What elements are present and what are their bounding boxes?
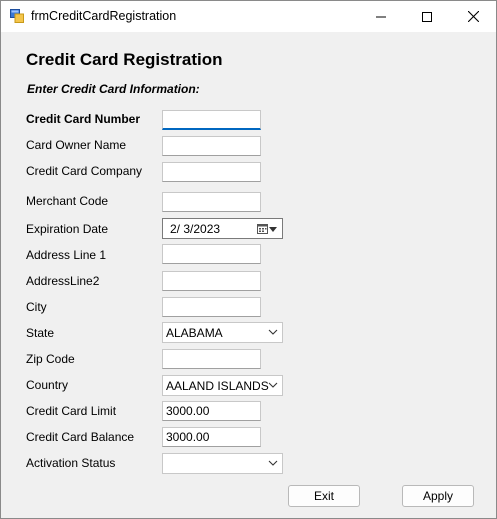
card-limit-input[interactable]: 3000.00 bbox=[162, 401, 261, 421]
app-form-icon bbox=[10, 9, 24, 23]
merchant-code-input[interactable] bbox=[162, 192, 261, 212]
section-subtitle: Enter Credit Card Information: bbox=[27, 82, 200, 96]
close-button[interactable] bbox=[450, 1, 496, 32]
chevron-down-icon bbox=[268, 382, 278, 388]
form-client-area: Credit Card Registration Enter Credit Ca… bbox=[1, 32, 496, 518]
card-balance-label: Credit Card Balance bbox=[26, 430, 135, 444]
card-number-label: Credit Card Number bbox=[26, 112, 141, 126]
address2-label: AddressLine2 bbox=[26, 274, 100, 288]
country-label: Country bbox=[26, 378, 69, 392]
minimize-icon bbox=[376, 16, 386, 17]
state-select[interactable]: ALABAMA bbox=[162, 322, 283, 343]
card-balance-input[interactable]: 3000.00 bbox=[162, 427, 261, 447]
minimize-button[interactable] bbox=[358, 1, 404, 32]
address2-input[interactable] bbox=[162, 271, 261, 291]
expiration-date-label: Expiration Date bbox=[26, 222, 109, 236]
zip-code-input[interactable] bbox=[162, 349, 261, 369]
card-company-label: Credit Card Company bbox=[26, 164, 143, 178]
card-company-input[interactable] bbox=[162, 162, 261, 182]
expiration-date-value: 2/ 3/2023 bbox=[170, 222, 221, 236]
owner-name-label: Card Owner Name bbox=[26, 138, 127, 152]
merchant-code-label: Merchant Code bbox=[26, 194, 109, 208]
chevron-down-icon bbox=[268, 329, 278, 335]
form-window: frmCreditCardRegistration Credit Card Re… bbox=[0, 0, 497, 519]
card-limit-label: Credit Card Limit bbox=[26, 404, 117, 418]
country-select[interactable]: AALAND ISLANDS bbox=[162, 375, 283, 396]
title-bar[interactable]: frmCreditCardRegistration bbox=[1, 1, 496, 32]
country-value: AALAND ISLANDS bbox=[166, 379, 269, 393]
expiration-date-picker[interactable]: 2/ 3/2023 bbox=[162, 218, 283, 239]
dropdown-arrow-icon[interactable] bbox=[269, 227, 277, 232]
activation-status-select[interactable] bbox=[162, 453, 283, 474]
close-icon bbox=[467, 11, 479, 22]
address1-label: Address Line 1 bbox=[26, 248, 107, 262]
chevron-down-icon bbox=[268, 460, 278, 466]
maximize-icon bbox=[422, 11, 432, 22]
activation-status-label: Activation Status bbox=[26, 456, 116, 470]
zip-code-label: Zip Code bbox=[26, 352, 75, 366]
calendar-icon[interactable] bbox=[257, 223, 268, 234]
address1-input[interactable] bbox=[162, 244, 261, 264]
owner-name-input[interactable] bbox=[162, 136, 261, 156]
apply-button[interactable]: Apply bbox=[402, 485, 474, 507]
city-input[interactable] bbox=[162, 297, 261, 317]
state-label: State bbox=[26, 326, 55, 340]
maximize-button[interactable] bbox=[404, 1, 450, 32]
exit-button[interactable]: Exit bbox=[288, 485, 360, 507]
state-value: ALABAMA bbox=[166, 326, 223, 340]
window-title: frmCreditCardRegistration bbox=[31, 9, 177, 23]
card-number-input[interactable] bbox=[162, 110, 261, 130]
city-label: City bbox=[26, 300, 47, 314]
page-title: Credit Card Registration bbox=[26, 50, 223, 69]
